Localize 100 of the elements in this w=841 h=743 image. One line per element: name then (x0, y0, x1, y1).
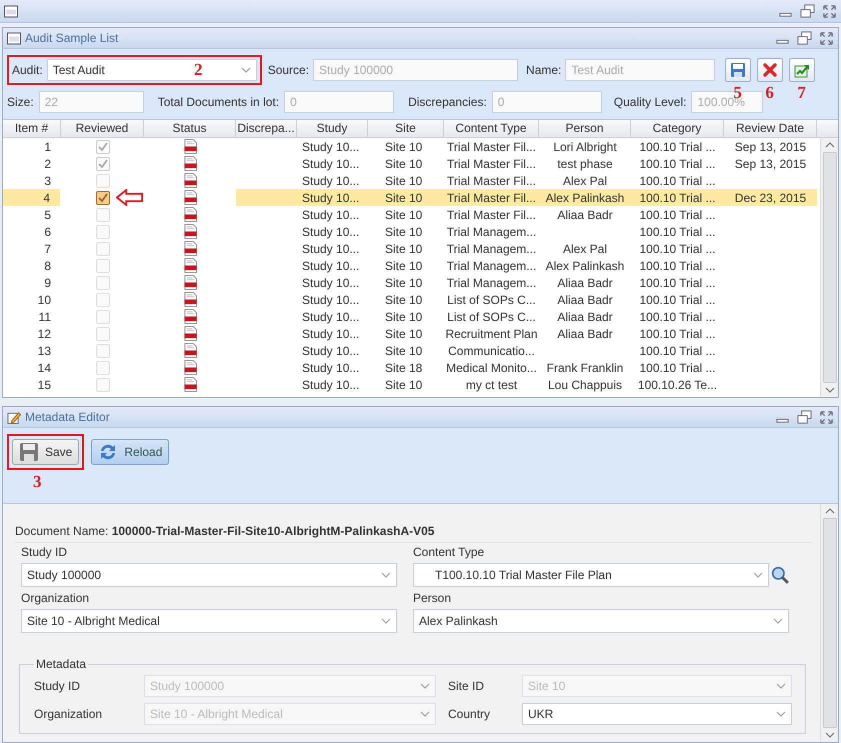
table-cell-text: Trial Master Fil... (446, 206, 537, 223)
table-cell-text: my ct test (464, 376, 518, 393)
dropdown-field[interactable]: Alex Palinkash (413, 609, 789, 633)
column-header[interactable]: Reviewed (61, 120, 144, 137)
table-cell-text: 100.10 Trial ... (638, 292, 717, 308)
table-cell-text: Trial Managem... (446, 274, 538, 291)
column-header[interactable]: Site (368, 120, 444, 137)
table-cell-text: 100.10 Trial ... (638, 240, 717, 257)
field-label: Name: (526, 63, 562, 77)
table-cell-text: Trial Master Fil... (446, 172, 537, 189)
table-cell: 100.10 Trial ... (631, 189, 724, 206)
table-cell-text: Frank Franklin (546, 360, 624, 376)
panel-title: Metadata Editor (25, 410, 110, 424)
table-cell-text: Site 10 (384, 224, 424, 240)
table-cell-text: 12 (36, 326, 52, 342)
table-cell-text: Study 10... (301, 360, 360, 376)
table-cell-text: Alex Palinkash (544, 258, 626, 274)
callout-number: 7 (797, 83, 806, 103)
table-cell-text: Trial Master Fil... (446, 156, 537, 172)
table-cell-text: Site 10 (384, 240, 424, 257)
field-label: Audit: (12, 63, 43, 77)
field-label: Quality Level: (614, 95, 686, 109)
table-cell-text: Site 10 (384, 172, 424, 189)
table-cell-text: 11 (38, 308, 52, 325)
table-cell-text: Site 10 (384, 308, 424, 325)
table-cell-text: Trial Managem... (446, 240, 538, 257)
table-cell-text: Aliaa Badr (556, 308, 614, 325)
table-cell-text: 2 (43, 156, 52, 172)
table-cell-text: Study 10... (301, 326, 360, 342)
table-cell-text: 10 (36, 292, 52, 308)
table-cell-text: 15 (36, 376, 52, 393)
dropdown-field[interactable]: UKR (522, 703, 792, 725)
table-cell: Study 10... (297, 189, 368, 206)
table-cell-text: 8 (43, 258, 52, 274)
table-cell-text: Trial Master Fil... (446, 138, 537, 155)
table-cell: Dec 23, 2015 (724, 189, 817, 206)
table-cell: Trial Master Fil... (444, 189, 539, 206)
column-header[interactable]: Content Type (444, 120, 539, 137)
table-cell-text: Medical Monito... (445, 360, 538, 376)
table-cell-text: Site 10 (384, 258, 424, 274)
table-cell-text: 100.10 Trial ... (638, 224, 717, 240)
table-cell-text: Trial Managem... (446, 258, 538, 274)
column-header[interactable]: Study (297, 120, 368, 137)
table-cell-text: Study 10... (301, 292, 360, 308)
table-cell-text: Study 10... (301, 138, 360, 155)
table-cell-text: Site 10 (384, 206, 424, 223)
table-cell-text: 100.10 Trial ... (638, 360, 717, 376)
save-button[interactable]: Save (12, 439, 80, 465)
table-cell-text: 100.10 Trial ... (638, 274, 717, 291)
table-cell-text: 7 (43, 240, 52, 257)
table-cell-text: 100.10 Trial ... (638, 308, 717, 325)
table-cell-text: Site 10 (384, 156, 424, 172)
column-header[interactable]: Discrepa... (236, 120, 297, 137)
table-cell-text: 9 (43, 274, 52, 291)
document-name: Document Name: 100000-Trial-Master-Fil-Site10-AlbrightM-PalinkashA-V05 (15, 524, 812, 543)
table-cell-text: Site 18 (384, 360, 424, 376)
table-cell-text: Lori Albright (552, 138, 618, 155)
table-cell-text: Study 10... (301, 274, 360, 291)
reload-button[interactable]: Reload (91, 439, 170, 465)
column-header[interactable]: Status (144, 120, 236, 137)
dropdown-field[interactable]: Study 100000 (21, 563, 397, 587)
table-cell-text: Study 10... (301, 258, 360, 274)
field-label: Study ID (21, 545, 68, 559)
table-cell-text: Aliaa Badr (556, 292, 614, 308)
column-header[interactable]: Person (539, 120, 631, 137)
table-cell-text: Study 10... (301, 172, 360, 189)
table-cell-text: 6 (43, 224, 52, 240)
table-cell-text: Study 10... (301, 224, 360, 240)
dropdown-field[interactable]: T100.10.10 Trial Master File Plan (413, 563, 769, 587)
table-cell-text: Site 10 (384, 376, 424, 393)
table-cell-text: Site 10 (384, 274, 424, 291)
table-cell-text: 100.10 Trial ... (638, 138, 717, 155)
field-label: Organization (34, 707, 104, 721)
table-cell: Site 10 (368, 189, 444, 206)
table-cell-text: Sep 13, 2015 (734, 138, 808, 155)
field-label: Source: (268, 63, 310, 77)
table-cell-text: Site 10 (384, 326, 424, 342)
table-cell-text: test phase (556, 156, 614, 172)
panel-title: Audit Sample List (25, 31, 118, 45)
field-label: Content Type (413, 545, 486, 559)
field-label: Total Documents in lot: (158, 95, 280, 109)
callout-number: 2 (194, 60, 202, 80)
dropdown-field[interactable]: Site 10 - Albright Medical (21, 609, 397, 633)
table-cell: 4 (3, 189, 61, 206)
table-cell-text: Alex Pal (562, 240, 608, 257)
field-label: Site ID (448, 679, 486, 693)
callout-number: 6 (765, 83, 774, 103)
column-header[interactable]: Item # (3, 120, 61, 137)
field-label: Country (448, 707, 492, 721)
column-header[interactable]: Review Date (724, 120, 817, 137)
table-cell: Alex Palinkash (539, 189, 631, 206)
table-cell-text: 1 (43, 138, 52, 155)
table-cell-text: Study 10... (301, 308, 360, 325)
column-header[interactable]: Category (631, 120, 724, 137)
field-label: Person (413, 591, 452, 605)
table-cell-text: Study 10... (301, 342, 360, 359)
table-cell-text: 14 (36, 360, 52, 376)
table-cell-text: Aliaa Badr (556, 274, 614, 291)
table-cell-text: 13 (36, 342, 52, 359)
table-cell-text: 100.10 Trial ... (638, 172, 717, 189)
